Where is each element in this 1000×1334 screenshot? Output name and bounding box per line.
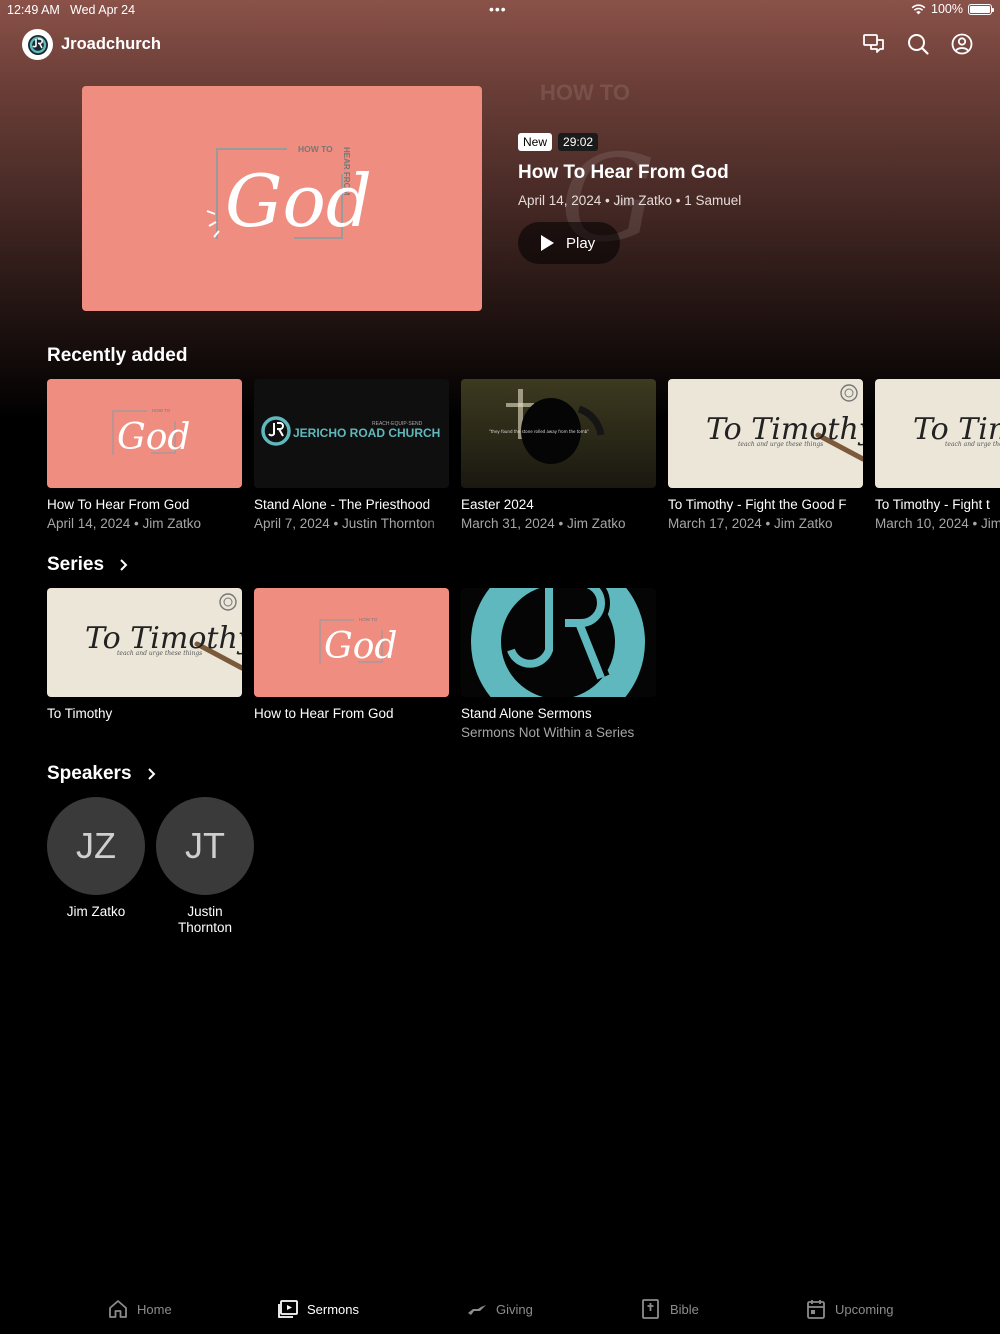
- svg-text:HOW TO: HOW TO: [152, 408, 171, 413]
- featured-info: New 29:02 How To Hear From God April 14,…: [518, 133, 978, 264]
- series-card[interactable]: Stand Alone Sermons Sermons Not Within a…: [461, 588, 656, 740]
- speakers-title: Speakers: [47, 763, 132, 784]
- status-time: 12:49 AM: [7, 3, 60, 17]
- battery-percent: 100%: [931, 2, 963, 16]
- account-icon[interactable]: [950, 32, 974, 56]
- speaker-item[interactable]: JT Justin Thornton: [156, 797, 254, 936]
- series-thumbnail: [461, 588, 656, 697]
- series-title: Series: [47, 554, 105, 575]
- recent-card[interactable]: To Timothy teach and urge these things T…: [875, 379, 1000, 531]
- tab-label: Upcoming: [835, 1301, 894, 1317]
- chevron-right-icon: [147, 768, 155, 780]
- recent-sub: March 31, 2024 • Jim Zatko: [461, 516, 626, 531]
- recently-added-heading: Recently added: [47, 345, 187, 367]
- series-thumbnail: To Timothy teach and urge these things: [47, 588, 242, 697]
- tab-bar: Home Sermons Giving Bible Upcoming: [0, 1290, 1000, 1330]
- calendar-icon: [807, 1300, 825, 1319]
- svg-text:teach and urge these things: teach and urge these things: [117, 650, 202, 657]
- recent-title: To Timothy - Fight the Good F: [668, 497, 847, 512]
- duration-badge: 29:02: [558, 133, 599, 151]
- multitasking-dots[interactable]: •••: [489, 1, 507, 17]
- tab-upcoming[interactable]: Upcoming: [805, 1298, 894, 1320]
- svg-text:"they found the stone rolled a: "they found the stone rolled away from t…: [489, 429, 589, 434]
- wifi-icon: [911, 3, 926, 14]
- play-icon: [541, 235, 554, 251]
- series-card[interactable]: HOW TO God How to Hear From God: [254, 588, 449, 721]
- recent-sub: April 14, 2024 • Jim Zatko: [47, 516, 202, 531]
- recent-title: How To Hear From God: [47, 497, 190, 512]
- svg-text:teach and urge these things: teach and urge these things: [945, 441, 1000, 448]
- recent-card[interactable]: To Timothy teach and urge these things T…: [668, 379, 863, 531]
- tab-label: Home: [137, 1301, 172, 1317]
- speaker-name: Justin Thornton: [177, 904, 233, 935]
- tab-label: Sermons: [307, 1301, 360, 1317]
- bible-icon: [642, 1299, 659, 1319]
- recent-card[interactable]: REACH·EQUIP·SEND JERICHO ROAD CHURCH Sta…: [254, 379, 449, 531]
- avatar: JZ: [47, 797, 145, 895]
- recent-title: Easter 2024: [461, 497, 534, 512]
- series-card-title: How to Hear From God: [254, 706, 394, 721]
- recent-thumbnail: "they found the stone rolled away from t…: [461, 379, 656, 488]
- featured-title[interactable]: How To Hear From God: [518, 162, 978, 184]
- tab-label: Giving: [496, 1301, 533, 1317]
- speaker-item[interactable]: JZ Jim Zatko: [47, 797, 145, 920]
- jr-logo-icon: [27, 34, 48, 55]
- recent-title: Stand Alone - The Priesthood: [254, 497, 431, 512]
- svg-text:JERICHO ROAD CHURCH: JERICHO ROAD CHURCH: [293, 426, 440, 440]
- series-card-title: Stand Alone Sermons: [461, 706, 592, 721]
- app-title: Jroadchurch: [61, 35, 161, 53]
- recent-thumbnail: To Timothy teach and urge these things: [668, 379, 863, 488]
- tab-bible[interactable]: Bible: [640, 1298, 699, 1320]
- header-actions: [862, 32, 974, 56]
- recent-title: To Timothy - Fight t: [875, 497, 990, 512]
- status-indicators: 100%: [911, 2, 994, 16]
- app-header: Jroadchurch: [0, 28, 1000, 62]
- tab-home[interactable]: Home: [107, 1298, 172, 1320]
- series-card-sub: Sermons Not Within a Series: [461, 725, 635, 740]
- series-heading[interactable]: Series: [47, 554, 128, 576]
- svg-text:HOW TO: HOW TO: [359, 617, 378, 622]
- tab-giving[interactable]: Giving: [466, 1298, 533, 1320]
- chevron-right-icon: [120, 559, 128, 571]
- recent-thumbnail: To Timothy teach and urge these things: [875, 379, 1000, 488]
- series-thumbnail: HOW TO God: [254, 588, 449, 697]
- giving-icon: [468, 1305, 486, 1315]
- chat-icon[interactable]: [862, 32, 886, 56]
- speakers-heading[interactable]: Speakers: [47, 763, 156, 785]
- search-icon[interactable]: [906, 32, 930, 56]
- avatar: JT: [156, 797, 254, 895]
- svg-text:God: God: [225, 159, 372, 243]
- featured-meta: April 14, 2024 • Jim Zatko • 1 Samuel: [518, 193, 742, 208]
- recently-added-title: Recently added: [47, 345, 188, 366]
- battery-icon: [968, 3, 994, 15]
- new-badge: New: [518, 133, 553, 151]
- svg-text:teach and urge these things: teach and urge these things: [738, 441, 823, 448]
- recent-card[interactable]: HOW TO God How To Hear From God April 14…: [47, 379, 242, 531]
- status-bar: 12:49 AM Wed Apr 24 ••• 100%: [0, 0, 1000, 20]
- recent-card[interactable]: "they found the stone rolled away from t…: [461, 379, 656, 531]
- sermons-icon: [278, 1300, 298, 1318]
- svg-text:HOW TO: HOW TO: [298, 144, 333, 154]
- recent-thumbnail: REACH·EQUIP·SEND JERICHO ROAD CHURCH: [254, 379, 449, 488]
- play-button[interactable]: Play: [518, 222, 620, 264]
- recent-sub: March 17, 2024 • Jim Zatko: [668, 516, 833, 531]
- play-label: Play: [566, 234, 596, 252]
- svg-text:God: God: [117, 417, 190, 458]
- how-to-hear-from-god-art: HOW TO HEAR FROM God: [206, 144, 372, 243]
- church-logo[interactable]: [22, 29, 53, 60]
- status-date: Wed Apr 24: [70, 3, 136, 17]
- featured-badges: New 29:02: [518, 133, 978, 151]
- svg-text:HOW TO: HOW TO: [540, 80, 630, 105]
- recent-thumbnail: HOW TO God: [47, 379, 242, 488]
- recent-sub: March 10, 2024 • Jim: [875, 516, 1000, 531]
- recent-sub: April 7, 2024 • Justin Thornton: [254, 516, 435, 531]
- series-card[interactable]: To Timothy teach and urge these things T…: [47, 588, 242, 721]
- svg-text:God: God: [324, 626, 397, 667]
- home-icon: [109, 1300, 127, 1318]
- tab-label: Bible: [670, 1301, 699, 1317]
- tab-sermons[interactable]: Sermons: [277, 1298, 359, 1320]
- series-card-title: To Timothy: [47, 706, 113, 721]
- speaker-name: Jim Zatko: [66, 904, 126, 919]
- featured-artwork[interactable]: HOW TO HEAR FROM God: [82, 86, 482, 311]
